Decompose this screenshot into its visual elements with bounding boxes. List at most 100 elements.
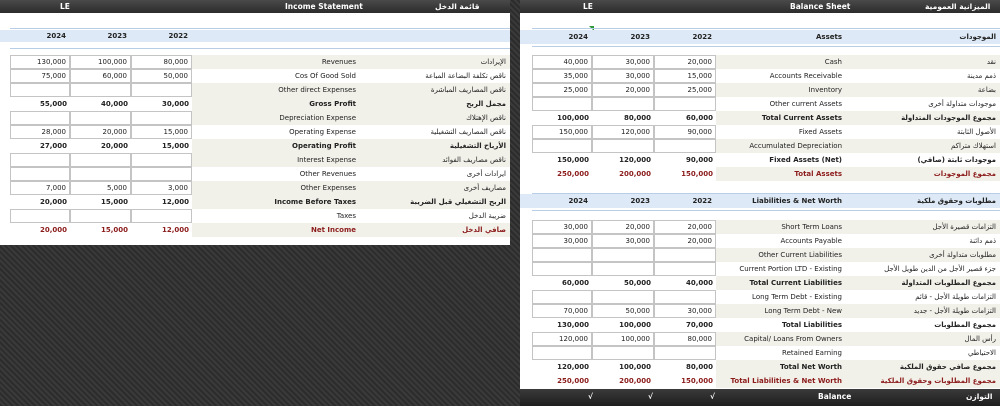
value-cell[interactable]: 80,000 xyxy=(654,360,716,374)
value-cell[interactable]: 15,000 xyxy=(70,195,131,209)
value-cell[interactable] xyxy=(532,139,592,153)
value-cell[interactable]: 100,000 xyxy=(70,55,131,69)
value-cell[interactable]: 3,000 xyxy=(131,181,192,195)
value-cell[interactable]: 100,000 xyxy=(532,111,592,125)
value-cell[interactable]: 120,000 xyxy=(532,332,592,346)
value-cell[interactable] xyxy=(592,262,654,276)
value-cell[interactable]: 150,000 xyxy=(654,374,716,388)
value-cell[interactable] xyxy=(10,167,70,181)
value-cell[interactable]: 80,000 xyxy=(131,55,192,69)
value-cell[interactable]: 120,000 xyxy=(592,153,654,167)
value-cell[interactable]: 12,000 xyxy=(131,195,192,209)
value-cell[interactable]: 90,000 xyxy=(654,125,716,139)
value-cell[interactable]: 30,000 xyxy=(592,55,654,69)
value-cell[interactable] xyxy=(131,111,192,125)
value-cell[interactable] xyxy=(532,346,592,360)
value-cell[interactable]: 250,000 xyxy=(532,167,592,181)
value-cell[interactable]: 80,000 xyxy=(654,332,716,346)
value-cell[interactable] xyxy=(10,111,70,125)
value-cell[interactable]: 15,000 xyxy=(654,69,716,83)
value-cell[interactable]: 100,000 xyxy=(592,360,654,374)
value-cell[interactable]: 30,000 xyxy=(592,234,654,248)
value-cell[interactable]: 120,000 xyxy=(592,125,654,139)
value-cell[interactable]: 30,000 xyxy=(654,304,716,318)
value-cell[interactable]: 50,000 xyxy=(592,276,654,290)
value-cell[interactable] xyxy=(592,97,654,111)
value-cell[interactable]: 25,000 xyxy=(654,83,716,97)
value-cell[interactable] xyxy=(131,167,192,181)
value-cell[interactable]: 100,000 xyxy=(592,332,654,346)
value-cell[interactable]: 150,000 xyxy=(532,153,592,167)
value-cell[interactable]: 20,000 xyxy=(10,195,70,209)
value-cell[interactable] xyxy=(131,209,192,223)
value-cell[interactable]: 15,000 xyxy=(70,223,131,237)
value-cell[interactable]: 150,000 xyxy=(654,167,716,181)
value-cell[interactable] xyxy=(592,248,654,262)
value-cell[interactable]: 250,000 xyxy=(532,374,592,388)
value-cell[interactable] xyxy=(10,83,70,97)
value-cell[interactable]: 200,000 xyxy=(592,167,654,181)
value-cell[interactable] xyxy=(654,248,716,262)
value-cell[interactable]: 15,000 xyxy=(131,139,192,153)
value-cell[interactable]: 130,000 xyxy=(532,318,592,332)
value-cell[interactable]: 20,000 xyxy=(592,220,654,234)
value-cell[interactable] xyxy=(532,97,592,111)
value-cell[interactable]: 120,000 xyxy=(532,360,592,374)
value-cell[interactable]: 20,000 xyxy=(654,55,716,69)
value-cell[interactable] xyxy=(70,111,131,125)
value-cell[interactable]: 20,000 xyxy=(10,223,70,237)
value-cell[interactable] xyxy=(592,290,654,304)
value-cell[interactable] xyxy=(592,139,654,153)
value-cell[interactable] xyxy=(592,346,654,360)
value-cell[interactable] xyxy=(532,262,592,276)
value-cell[interactable] xyxy=(70,167,131,181)
value-cell[interactable] xyxy=(70,153,131,167)
value-cell[interactable] xyxy=(131,153,192,167)
value-cell[interactable]: 20,000 xyxy=(654,220,716,234)
value-cell[interactable]: 27,000 xyxy=(10,139,70,153)
value-cell[interactable]: 80,000 xyxy=(592,111,654,125)
value-cell[interactable]: 55,000 xyxy=(10,97,70,111)
value-cell[interactable]: 30,000 xyxy=(131,97,192,111)
value-cell[interactable]: 20,000 xyxy=(70,139,131,153)
value-cell[interactable]: 150,000 xyxy=(532,125,592,139)
value-cell[interactable]: 70,000 xyxy=(654,318,716,332)
value-cell[interactable]: 200,000 xyxy=(592,374,654,388)
value-cell[interactable]: 100,000 xyxy=(592,318,654,332)
value-cell[interactable]: 7,000 xyxy=(10,181,70,195)
value-cell[interactable] xyxy=(70,209,131,223)
value-cell[interactable]: 30,000 xyxy=(592,69,654,83)
value-cell[interactable]: 60,000 xyxy=(654,111,716,125)
value-cell[interactable] xyxy=(131,83,192,97)
value-cell[interactable]: 20,000 xyxy=(592,83,654,97)
value-cell[interactable]: 25,000 xyxy=(532,83,592,97)
value-cell[interactable] xyxy=(532,248,592,262)
value-cell[interactable] xyxy=(654,139,716,153)
value-cell[interactable]: 130,000 xyxy=(10,55,70,69)
value-cell[interactable]: 60,000 xyxy=(70,69,131,83)
value-cell[interactable] xyxy=(654,97,716,111)
value-cell[interactable]: 30,000 xyxy=(532,234,592,248)
value-cell[interactable]: 35,000 xyxy=(532,69,592,83)
value-cell[interactable]: 50,000 xyxy=(131,69,192,83)
value-cell[interactable]: 50,000 xyxy=(592,304,654,318)
value-cell[interactable]: 40,000 xyxy=(654,276,716,290)
value-cell[interactable] xyxy=(532,290,592,304)
value-cell[interactable]: 70,000 xyxy=(532,304,592,318)
value-cell[interactable]: 75,000 xyxy=(10,69,70,83)
value-cell[interactable] xyxy=(654,346,716,360)
value-cell[interactable]: 40,000 xyxy=(70,97,131,111)
value-cell[interactable] xyxy=(10,209,70,223)
value-cell[interactable]: 28,000 xyxy=(10,125,70,139)
value-cell[interactable] xyxy=(70,83,131,97)
value-cell[interactable]: 60,000 xyxy=(532,276,592,290)
value-cell[interactable] xyxy=(654,290,716,304)
value-cell[interactable]: 30,000 xyxy=(532,220,592,234)
value-cell[interactable]: 90,000 xyxy=(654,153,716,167)
value-cell[interactable]: 5,000 xyxy=(70,181,131,195)
value-cell[interactable] xyxy=(10,153,70,167)
value-cell[interactable]: 12,000 xyxy=(131,223,192,237)
value-cell[interactable]: 40,000 xyxy=(532,55,592,69)
value-cell[interactable]: 20,000 xyxy=(70,125,131,139)
value-cell[interactable] xyxy=(654,262,716,276)
